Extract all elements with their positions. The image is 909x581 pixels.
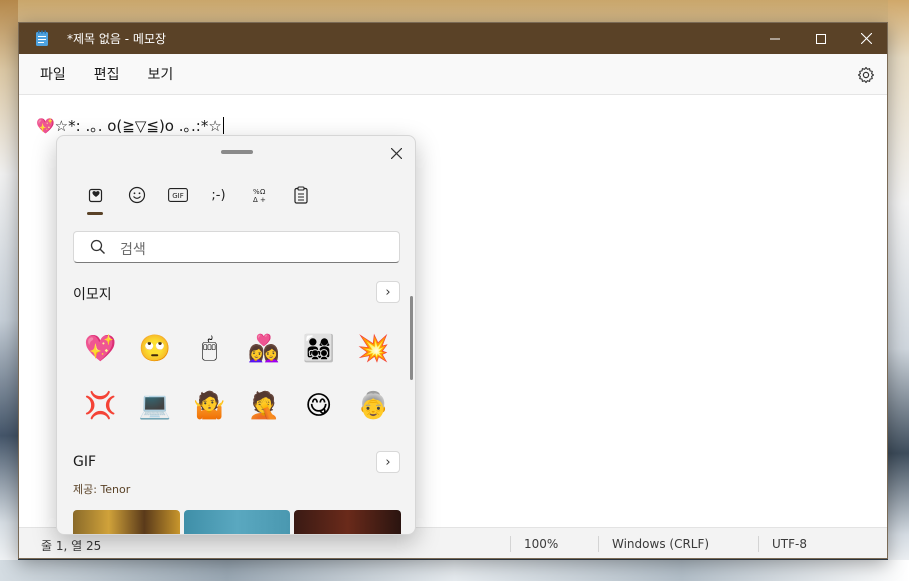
gif-provider: 제공: Tenor bbox=[73, 483, 131, 496]
close-button[interactable] bbox=[843, 23, 887, 54]
search-input[interactable]: 검색 bbox=[73, 231, 400, 263]
emoji-collision[interactable]: 💥 bbox=[346, 320, 401, 377]
emoji-family[interactable]: 👨‍👩‍👧‍👦 bbox=[291, 320, 346, 377]
cursor-position: 줄 1, 열 25 bbox=[41, 539, 102, 553]
emoji-older-person[interactable]: 👵 bbox=[346, 377, 401, 434]
emoji-shrug[interactable]: 🤷 bbox=[182, 377, 237, 434]
window-title: *제목 없음 - 메모장 bbox=[67, 32, 167, 46]
text-caret bbox=[222, 117, 224, 134]
notepad-app-icon bbox=[36, 30, 48, 46]
gif-thumbnail[interactable] bbox=[73, 510, 180, 534]
emoji-couple-heart[interactable]: 👩‍❤️‍👩 bbox=[237, 320, 292, 377]
zoom-level: 100% bbox=[524, 537, 559, 551]
panel-scrollbar[interactable] bbox=[410, 296, 413, 380]
emoji-yum[interactable]: 😋 bbox=[291, 377, 346, 434]
desktop-wallpaper-bottom bbox=[0, 560, 909, 581]
svg-text:Δ: Δ bbox=[253, 196, 258, 203]
emoji-icon bbox=[128, 186, 145, 204]
recent-icon bbox=[88, 188, 102, 203]
emoji-grid: 💖 🙄 🖱 👩‍❤️‍👩 👨‍👩‍👧‍👦 💥 💢 💻 🤷 🤦 😋 👵 bbox=[73, 320, 393, 434]
emoji-section-title: 이모지 bbox=[73, 287, 112, 303]
menu-view[interactable]: 보기 bbox=[141, 60, 181, 88]
symbols-icon: % Ω Δ + bbox=[253, 188, 266, 203]
chevron-right-icon: › bbox=[385, 454, 391, 470]
gif-thumbnail[interactable] bbox=[184, 510, 290, 534]
desktop-wallpaper-right bbox=[888, 0, 909, 581]
tab-kaomoji[interactable]: ;-) bbox=[198, 182, 239, 208]
tab-recent[interactable] bbox=[75, 182, 116, 208]
minimize-icon bbox=[770, 38, 780, 39]
encoding: UTF-8 bbox=[772, 537, 807, 551]
kaomoji-icon: ;-) bbox=[211, 187, 226, 203]
svg-text:Ω: Ω bbox=[260, 188, 266, 196]
title-bar[interactable]: *제목 없음 - 메모장 bbox=[19, 23, 887, 54]
gif-more-button[interactable]: › bbox=[376, 451, 400, 473]
emoji-mouse[interactable]: 🖱 bbox=[182, 320, 237, 377]
emoji-facepalm[interactable]: 🤦 bbox=[237, 377, 292, 434]
clipboard-icon bbox=[293, 186, 308, 204]
maximize-button[interactable] bbox=[798, 23, 844, 54]
tab-emoji[interactable] bbox=[116, 182, 157, 208]
status-divider bbox=[510, 536, 511, 552]
search-icon bbox=[90, 239, 105, 254]
gif-icon: GIF bbox=[167, 188, 188, 202]
emoji-rolling-eyes[interactable]: 🙄 bbox=[128, 320, 183, 377]
menu-bar: 파일 편집 보기 bbox=[19, 54, 887, 94]
maximize-icon bbox=[816, 33, 826, 44]
drag-handle[interactable] bbox=[221, 150, 253, 154]
emoji-sparkling-heart[interactable]: 💖 bbox=[73, 320, 128, 377]
emoji-laptop[interactable]: 💻 bbox=[128, 377, 183, 434]
chevron-right-icon: › bbox=[385, 284, 391, 300]
emoji-panel: GIF ;-) % Ω Δ + 검색 bbox=[56, 135, 416, 535]
tab-clipboard[interactable] bbox=[280, 182, 321, 208]
gif-section-title: GIF bbox=[73, 454, 97, 470]
svg-text:+: + bbox=[260, 196, 266, 203]
minimize-button[interactable] bbox=[752, 23, 798, 54]
tab-symbols[interactable]: % Ω Δ + bbox=[239, 182, 280, 208]
editor-content: 💖☆*: .｡. o(≧▽≦)o .｡.:*☆ bbox=[36, 115, 224, 136]
close-icon bbox=[860, 33, 872, 44]
status-divider bbox=[598, 536, 599, 552]
line-ending: Windows (CRLF) bbox=[612, 537, 710, 551]
panel-close-button[interactable] bbox=[387, 144, 405, 162]
panel-tabs: GIF ;-) % Ω Δ + bbox=[75, 182, 321, 214]
close-icon bbox=[390, 147, 402, 159]
svg-text:%: % bbox=[253, 188, 260, 196]
tab-gif[interactable]: GIF bbox=[157, 182, 198, 208]
gear-icon[interactable] bbox=[857, 66, 875, 84]
emoji-more-button[interactable]: › bbox=[376, 281, 400, 303]
desktop-wallpaper-left bbox=[0, 0, 18, 581]
active-tab-indicator bbox=[87, 212, 103, 215]
gif-thumbnail[interactable] bbox=[294, 510, 401, 534]
search-placeholder: 검색 bbox=[120, 242, 146, 258]
status-divider bbox=[758, 536, 759, 552]
emoji-anger[interactable]: 💢 bbox=[73, 377, 128, 434]
menu-edit[interactable]: 편집 bbox=[87, 60, 127, 88]
menu-file[interactable]: 파일 bbox=[33, 60, 73, 88]
editor-text: 💖☆*: .｡. o(≧▽≦)o .｡.:*☆ bbox=[36, 117, 222, 135]
svg-text:GIF: GIF bbox=[172, 192, 184, 200]
